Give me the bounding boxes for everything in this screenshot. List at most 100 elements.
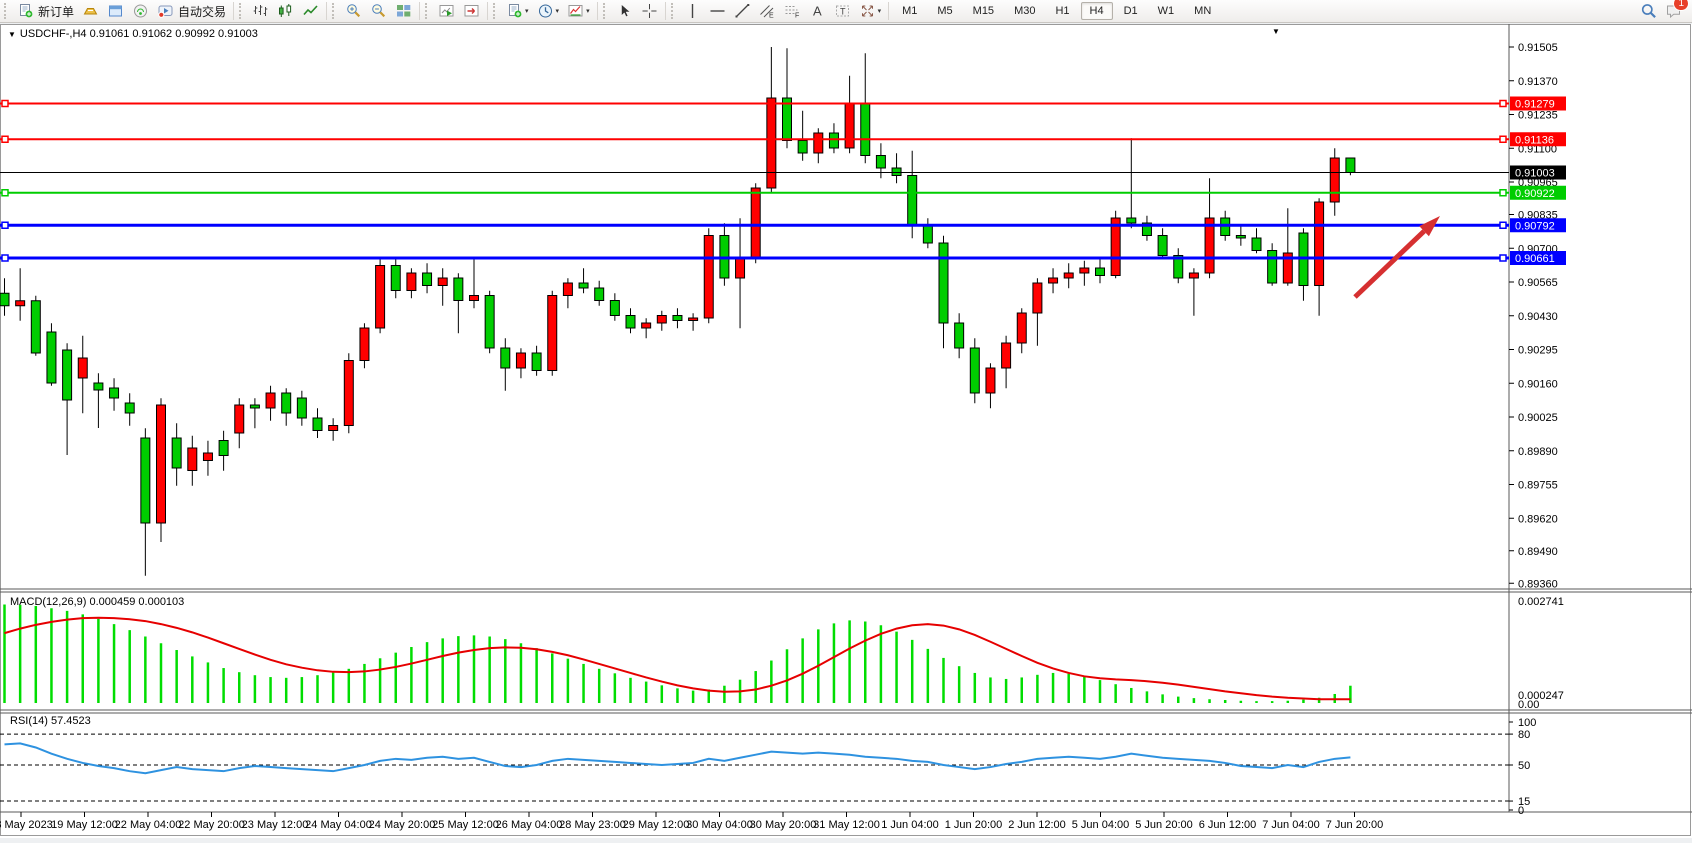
chart-shift-button[interactable] (459, 0, 484, 23)
date-axis-label: 31 May 12:00 (813, 819, 880, 831)
toolbar-separator (326, 2, 327, 20)
tile-windows-button[interactable] (391, 0, 416, 23)
timeframe-m30-button[interactable]: M30 (1005, 2, 1044, 20)
line-handle[interactable] (1500, 190, 1506, 196)
new-order-button[interactable]: 新订单 (13, 0, 78, 23)
candlestick (63, 343, 72, 455)
line-chart-button[interactable] (298, 0, 323, 23)
candlestick (798, 111, 807, 161)
new-chart-button[interactable]: ▾ (502, 0, 533, 23)
price-axis-label: 0.91505 (1518, 42, 1558, 54)
candlestick (1049, 268, 1058, 293)
textA-icon: A (809, 3, 826, 19)
auto-scroll-button[interactable] (434, 0, 459, 23)
candlestick (642, 318, 651, 338)
vertical-line-button[interactable] (680, 0, 705, 23)
toolbar-separator (665, 2, 666, 20)
search-button[interactable] (1636, 0, 1661, 23)
arrows-button[interactable]: ▾ (855, 0, 886, 23)
timeframe-m5-button[interactable]: M5 (928, 2, 961, 20)
candlestick (1111, 211, 1120, 279)
candlestick (689, 313, 698, 331)
profiles-button[interactable] (103, 0, 128, 23)
price-axis-label: 0.90295 (1518, 345, 1558, 357)
candlestick (1252, 228, 1261, 253)
date-axis-label: 1 Jun 04:00 (881, 819, 939, 831)
candlestick (1033, 278, 1042, 346)
toolbar-separator (419, 2, 420, 20)
macd-axis-label: 0.00 (1518, 699, 1539, 711)
horizontal-line-button[interactable] (705, 0, 730, 23)
new-order-label: 新订单 (38, 3, 74, 20)
chart-window: ▼ USDCHF-,H4 0.91061 0.91062 0.90992 0.91… (0, 24, 1692, 838)
periods-button[interactable]: ▾ (533, 0, 564, 23)
toolbar-right-icons: 1 (1636, 1, 1686, 21)
indicators-button[interactable]: ▾ (563, 0, 594, 23)
toolbar-grip (671, 3, 677, 19)
equidistant-channel-button[interactable]: E (755, 0, 780, 23)
toolbar-separator (487, 2, 488, 20)
zoom-in-button[interactable] (341, 0, 366, 23)
text-label-button[interactable]: T (830, 0, 855, 23)
crosshair-button[interactable] (637, 0, 662, 23)
signals-button[interactable] (128, 0, 153, 23)
chart-collapse-icon[interactable]: ▼ (1272, 27, 1280, 36)
candlestick (219, 431, 228, 471)
price-axis-label: 0.89620 (1518, 513, 1558, 525)
line-handle[interactable] (1500, 136, 1506, 142)
candlestick-chart-button[interactable] (273, 0, 298, 23)
line-handle[interactable] (2, 101, 8, 107)
timeframe-h1-button[interactable]: H1 (1046, 2, 1078, 20)
toolbar-grip (425, 3, 431, 19)
vline-icon (684, 3, 701, 19)
date-axis-label: 1 Jun 20:00 (945, 819, 1003, 831)
candlestick (970, 338, 979, 403)
candlestick (313, 408, 322, 438)
chart-title-text: USDCHF-,H4 0.91061 0.91062 0.90992 0.910… (20, 28, 258, 40)
candlestick (720, 223, 729, 286)
candlestick (16, 268, 25, 321)
candlestick (391, 258, 400, 298)
timeframe-m1-button[interactable]: M1 (893, 2, 926, 20)
date-axis-label: 26 May 04:00 (496, 819, 563, 831)
timeframe-mn-button[interactable]: MN (1185, 2, 1220, 20)
price-axis-label: 0.89755 (1518, 480, 1558, 492)
candlestick (1142, 216, 1151, 241)
timeframe-d1-button[interactable]: D1 (1115, 2, 1147, 20)
bar-chart-button[interactable] (248, 0, 273, 23)
text-button[interactable]: A (805, 0, 830, 23)
candlestick (1299, 228, 1308, 301)
candlestick (266, 386, 275, 421)
date-axis-label: 30 May 04:00 (686, 819, 753, 831)
line-handle[interactable] (1500, 101, 1506, 107)
line-handle[interactable] (2, 222, 8, 228)
chart-plot: 0.915050.913700.912350.911000.909650.908… (0, 24, 1692, 838)
candlestick (610, 293, 619, 321)
price-axis-label: 0.90430 (1518, 311, 1558, 323)
labelT-icon: T (834, 3, 851, 19)
autotrading-button[interactable]: 自动交易 (153, 0, 230, 23)
timeframe-h4-button[interactable]: H4 (1081, 2, 1113, 20)
trendline-button[interactable] (730, 0, 755, 23)
fibonacci-button[interactable]: F (780, 0, 805, 23)
line-handle[interactable] (2, 255, 8, 261)
price-badge-label: 0.90922 (1515, 188, 1555, 200)
rsi-line (5, 743, 1351, 773)
line-handle[interactable] (1500, 222, 1506, 228)
timeframe-m15-button[interactable]: M15 (964, 2, 1003, 20)
line-handle[interactable] (2, 136, 8, 142)
bars-icon (252, 3, 269, 19)
timeframe-w1-button[interactable]: W1 (1149, 2, 1184, 20)
candlestick (736, 218, 745, 328)
line-handle[interactable] (2, 190, 8, 196)
zoom-out-button[interactable] (366, 0, 391, 23)
clock-icon (537, 3, 554, 19)
charts-button[interactable] (78, 0, 103, 23)
price-axis-label: 0.90160 (1518, 378, 1558, 390)
candlestick (110, 378, 119, 411)
notifications-button[interactable]: 1 (1661, 0, 1686, 23)
candlestick (923, 218, 932, 248)
cursor-button[interactable] (612, 0, 637, 23)
date-axis-label: 28 May 23:00 (559, 819, 626, 831)
line-handle[interactable] (1500, 255, 1506, 261)
